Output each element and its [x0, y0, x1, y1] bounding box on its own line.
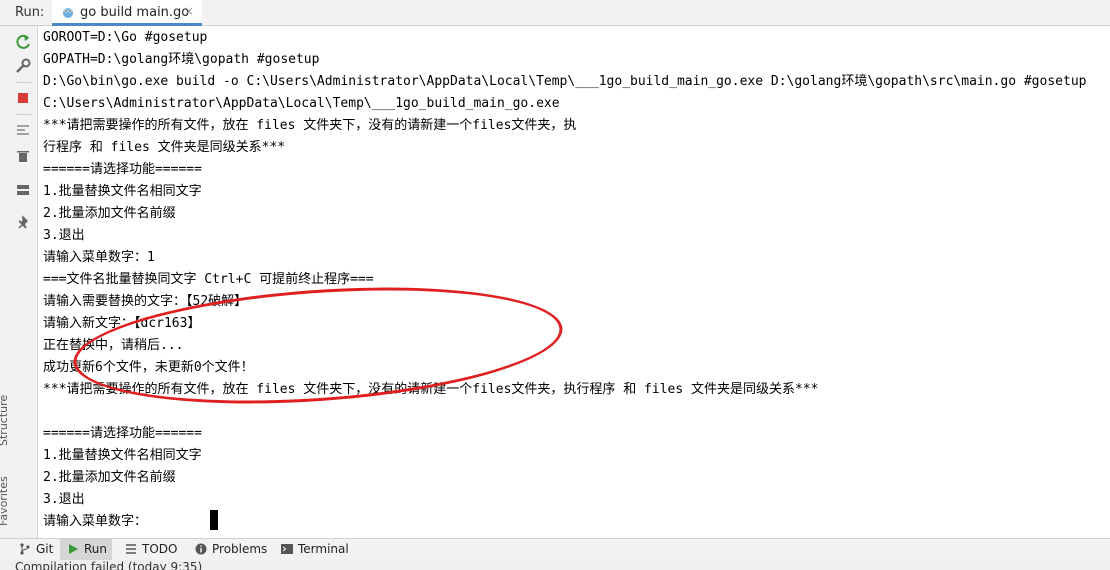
pin-icon[interactable] [13, 214, 33, 234]
rerun-icon[interactable] [13, 32, 33, 52]
terminal-icon [281, 544, 293, 554]
tab-git-label: Git [36, 542, 54, 556]
run-label: Run: [15, 5, 45, 20]
git-branch-icon [20, 543, 30, 555]
play-icon [69, 544, 78, 554]
list-icon [126, 544, 136, 554]
text-cursor [210, 510, 218, 530]
console-line: ======请选择功能====== [43, 162, 202, 177]
info-circle-icon [195, 543, 207, 555]
console-line: 3.退出 [43, 228, 85, 243]
trash-icon[interactable] [13, 146, 33, 166]
structure-label[interactable]: Structure [0, 395, 10, 446]
console-line: ===文件名批量替换同文字 Ctrl+C 可提前终止程序=== [43, 272, 374, 287]
console-output[interactable]: GOROOT=D:\Go #gosetup GOPATH=D:\golang环境… [39, 26, 1110, 538]
layout-icon[interactable] [13, 180, 33, 200]
tool-window-bar: Git Run TODO Problems Terminal [0, 538, 1110, 560]
console-line: 3.退出 [43, 492, 85, 507]
tab-problems[interactable]: Problems [194, 539, 270, 560]
tab-terminal-label: Terminal [298, 542, 349, 556]
status-text[interactable]: Compilation failed (today 9:35) [15, 560, 202, 570]
tab-problems-label: Problems [212, 542, 268, 556]
favorites-label[interactable]: Favorites [0, 476, 10, 526]
tab-git[interactable]: Git [18, 539, 58, 560]
tab-todo-label: TODO [142, 542, 178, 556]
console-line: ***请把需要操作的所有文件，放在 files 文件夹下，没有的请新建一个fil… [43, 118, 577, 133]
close-icon[interactable]: × [184, 4, 194, 18]
console-line: 请输入菜单数字： [43, 514, 148, 529]
tab-todo[interactable]: TODO [124, 539, 184, 560]
console-line: GOPATH=D:\golang环境\gopath #gosetup [43, 52, 320, 67]
toolbar-separator [15, 114, 31, 115]
console-line: 请输入菜单数字：1 [43, 250, 155, 265]
console-line: D:\Go\bin\go.exe build -o C:\Users\Admin… [43, 74, 1087, 89]
toolbar-separator [15, 82, 31, 83]
go-run-config-icon [63, 8, 73, 18]
console-line: 2.批量添加文件名前缀 [43, 470, 176, 485]
run-toolwindow-header: Run: go build main.go × [0, 0, 1110, 26]
wrench-icon[interactable] [13, 56, 33, 76]
tab-title: go build main.go [80, 5, 190, 20]
tab-go-build-main[interactable]: go build main.go × [52, 0, 202, 26]
console-line: ======请选择功能====== [43, 426, 202, 441]
run-side-toolbar: Structure Favorites [0, 26, 38, 538]
console-line: 2.批量添加文件名前缀 [43, 206, 176, 221]
status-bar: Compilation failed (today 9:35) [0, 560, 1110, 570]
console-line: C:\Users\Administrator\AppData\Local\Tem… [43, 96, 560, 111]
console-line: 行程序 和 files 文件夹是同级关系*** [43, 140, 286, 155]
console-line: GOROOT=D:\Go #gosetup [43, 30, 208, 45]
tab-terminal[interactable]: Terminal [280, 539, 350, 560]
tab-run[interactable]: Run [60, 539, 112, 560]
stop-icon[interactable] [13, 88, 33, 108]
console-line: 1.批量替换文件名相同文字 [43, 448, 202, 463]
console-line: 1.批量替换文件名相同文字 [43, 184, 202, 199]
scroll-to-end-icon[interactable] [13, 120, 33, 140]
tab-run-label: Run [84, 542, 108, 556]
